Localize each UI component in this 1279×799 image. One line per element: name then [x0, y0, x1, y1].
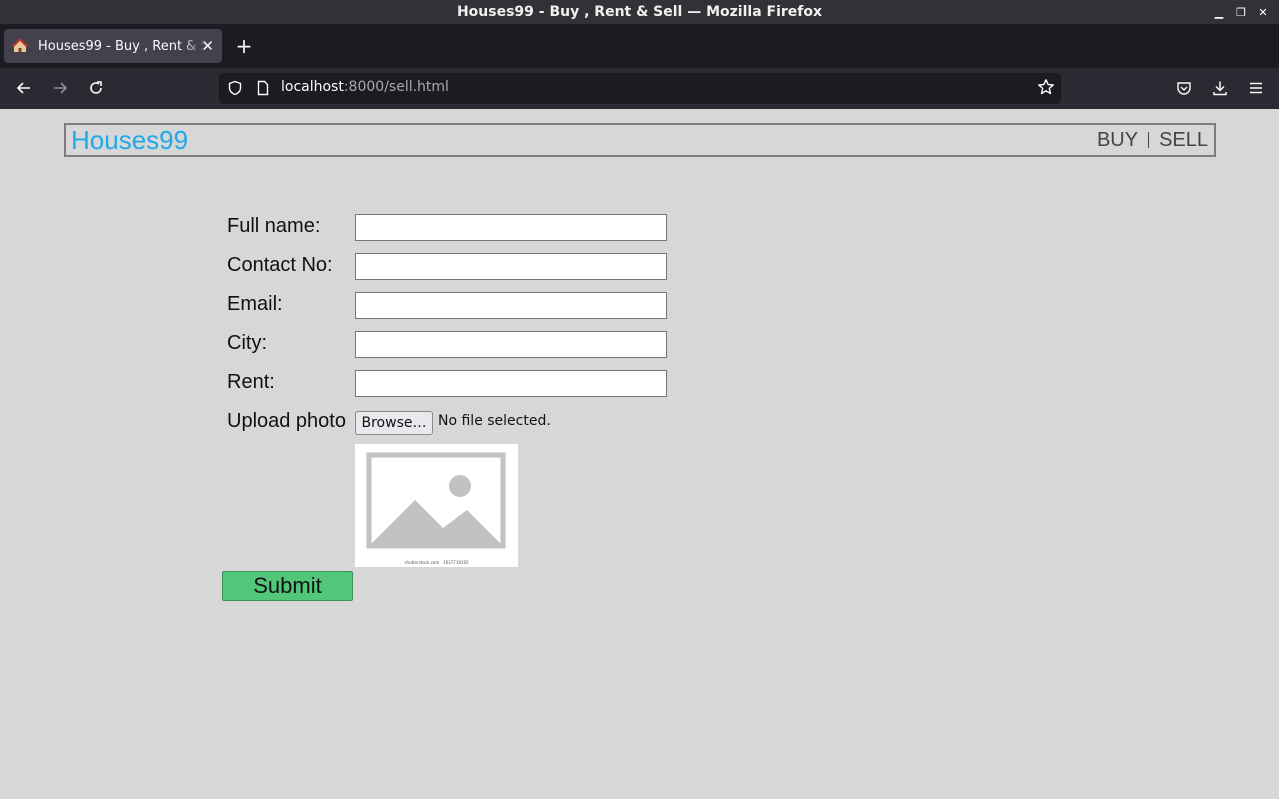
full-name-label: Full name:: [227, 215, 321, 237]
arrow-left-icon[interactable]: [12, 76, 36, 100]
site-logo[interactable]: Houses99: [71, 125, 188, 155]
maximize-icon[interactable]: ❐: [1235, 6, 1247, 19]
image-placeholder-icon: [366, 452, 506, 549]
image-credit: shutterstock.com · 1037719192: [404, 560, 469, 565]
upload-photo-label: Upload photo: [227, 410, 346, 432]
arrow-right-icon[interactable]: [48, 76, 72, 100]
city-label: City:: [227, 332, 267, 354]
site-header: Houses99 BUY SELL: [64, 123, 1216, 157]
url-path: :8000/sell.html: [343, 79, 449, 95]
contact-no-label: Contact No:: [227, 254, 333, 276]
city-input[interactable]: [355, 331, 667, 358]
email-label: Email:: [227, 293, 283, 315]
close-tab-icon[interactable]: ✕: [201, 37, 214, 55]
hamburger-menu-icon[interactable]: [1244, 76, 1268, 100]
house-icon: [12, 38, 28, 54]
tab-strip: Houses99 - Buy , Rent & Sell ✕ +: [0, 24, 1279, 68]
download-icon[interactable]: [1208, 76, 1232, 100]
close-icon[interactable]: ✕: [1257, 6, 1269, 19]
submit-button[interactable]: Submit: [222, 571, 353, 601]
page-content: Houses99 BUY SELL Full name: Contact No:…: [0, 109, 1279, 799]
reload-icon[interactable]: [84, 76, 108, 100]
plus-icon[interactable]: +: [234, 36, 254, 56]
rent-input[interactable]: [355, 370, 667, 397]
email-input[interactable]: [355, 292, 667, 319]
window-titlebar: Houses99 - Buy , Rent & Sell — Mozilla F…: [0, 0, 1279, 24]
shield-icon[interactable]: [227, 80, 243, 96]
site-nav: BUY SELL: [1097, 125, 1208, 155]
minimize-icon[interactable]: ▁: [1213, 6, 1225, 19]
pocket-icon[interactable]: [1172, 76, 1196, 100]
rent-label: Rent:: [227, 371, 275, 393]
url-bar[interactable]: localhost:8000/sell.html: [219, 73, 1061, 104]
browse-button[interactable]: Browse…: [355, 411, 433, 435]
tab-title: Houses99 - Buy , Rent & Sell: [38, 38, 206, 54]
nav-toolbar: localhost:8000/sell.html: [0, 68, 1279, 109]
window-controls: ▁ ❐ ✕: [1213, 0, 1269, 24]
url-text[interactable]: localhost:8000/sell.html: [281, 79, 449, 95]
nav-link-sell[interactable]: SELL: [1159, 129, 1208, 152]
file-status: No file selected.: [438, 413, 551, 429]
star-icon[interactable]: [1037, 78, 1055, 101]
tab-houses99[interactable]: Houses99 - Buy , Rent & Sell ✕: [4, 29, 222, 63]
photo-preview: shutterstock.com · 1037719192: [355, 444, 518, 567]
nav-separator: [1148, 132, 1150, 148]
page-icon[interactable]: [255, 80, 271, 96]
contact-no-input[interactable]: [355, 253, 667, 280]
url-host: localhost: [281, 79, 344, 95]
nav-link-buy[interactable]: BUY: [1097, 129, 1138, 152]
full-name-input[interactable]: [355, 214, 667, 241]
window-title: Houses99 - Buy , Rent & Sell — Mozilla F…: [456, 4, 823, 20]
